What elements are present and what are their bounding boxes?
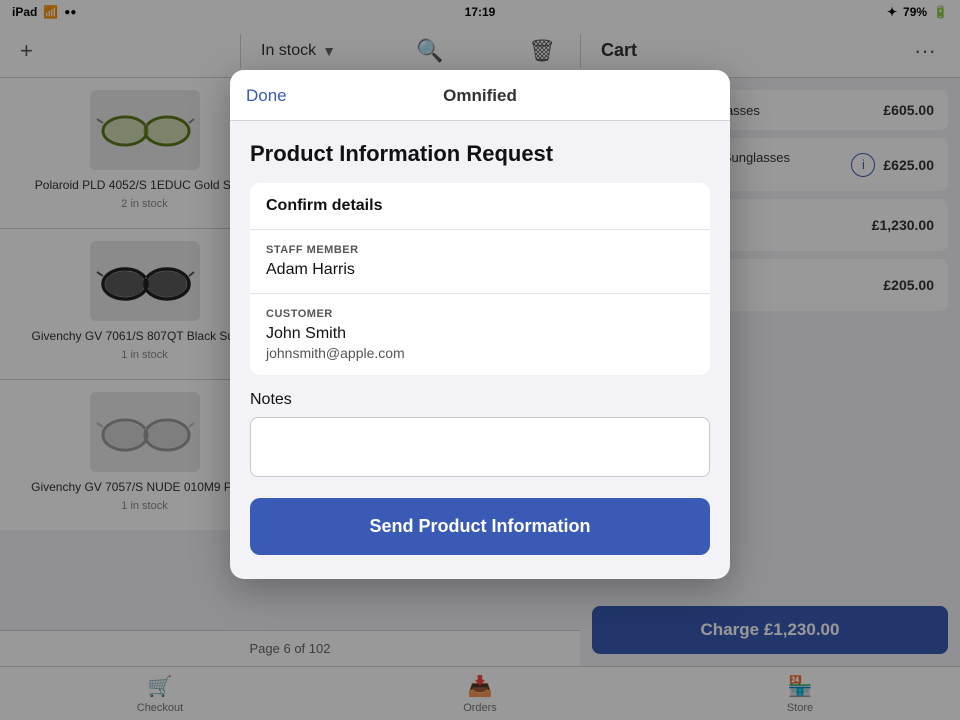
modal-overlay: Done Omnified Product Information Reques… <box>0 0 960 720</box>
modal-body: Product Information Request Confirm deta… <box>230 121 730 579</box>
staff-section: STAFF MEMBER Adam Harris <box>250 230 710 294</box>
customer-section: CUSTOMER John Smith johnsmith@apple.com <box>250 294 710 375</box>
modal-title: Product Information Request <box>250 141 710 167</box>
notes-input[interactable] <box>250 417 710 477</box>
staff-label: STAFF MEMBER <box>266 244 694 256</box>
modal-dialog: Done Omnified Product Information Reques… <box>230 70 730 579</box>
done-button[interactable]: Done <box>246 86 287 106</box>
confirm-title: Confirm details <box>266 197 694 215</box>
customer-label: CUSTOMER <box>266 308 694 320</box>
confirm-header: Confirm details <box>250 183 710 230</box>
notes-label: Notes <box>250 391 710 409</box>
customer-email: johnsmith@apple.com <box>266 345 694 361</box>
staff-name: Adam Harris <box>266 261 694 279</box>
confirm-card: Confirm details STAFF MEMBER Adam Harris… <box>250 183 710 375</box>
send-product-information-button[interactable]: Send Product Information <box>250 498 710 555</box>
modal-app-name: Omnified <box>443 86 517 106</box>
modal-header: Done Omnified <box>230 70 730 121</box>
customer-name: John Smith <box>266 325 694 343</box>
